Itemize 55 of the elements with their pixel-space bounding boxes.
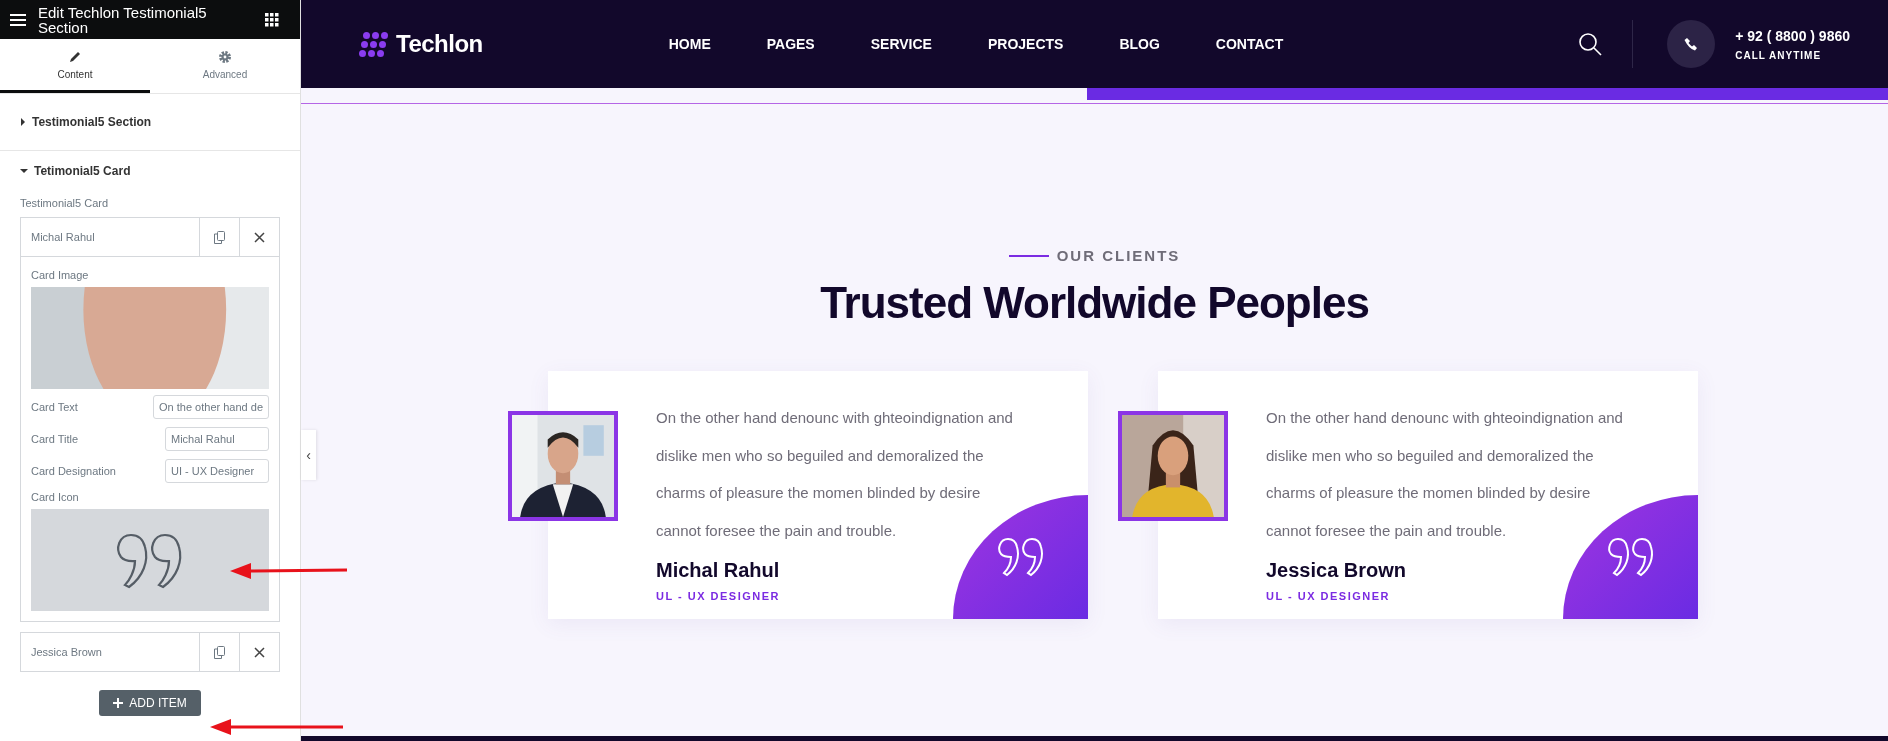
section-title: Trusted Worldwide Peoples [820,278,1369,328]
quote-icon [1605,537,1656,577]
phone-number: + 92 ( 8800 ) 9860 [1735,27,1850,44]
close-icon [254,646,265,658]
repeater-label: Testimonial5 Card [19,196,110,211]
caret-down-icon [20,168,28,174]
icon-picker[interactable] [31,509,269,611]
nav-link[interactable]: SERVICE [870,36,932,52]
copy-icon [214,645,225,659]
section-toggle[interactable]: Tetimonial5 Card [0,151,300,191]
caret-right-icon [20,118,26,126]
nav-link[interactable]: BLOG [1119,36,1160,52]
copy-icon [214,230,225,244]
section-toggle[interactable]: Testimonial5 Section [0,94,300,151]
nav-link[interactable]: PROJECTS [987,36,1064,52]
item-title[interactable]: Michal Rahul [21,218,199,256]
nav-link[interactable]: PAGES [766,36,815,52]
logo-text[interactable]: Techlon [396,30,483,58]
person-name: Jessica Brown [1266,559,1408,582]
person-role: UL - UX DESIGNER [656,590,782,602]
field-label: Card Title [31,433,79,445]
search-icon[interactable] [1578,32,1603,56]
field-label: Card Icon [31,491,80,503]
text-field[interactable]: Michal Rahul [165,427,269,451]
menu-icon[interactable] [10,12,26,27]
editor-tab[interactable]: Content [0,39,150,93]
field-label: Card Designation [31,465,116,477]
person-name: Michal Rahul [656,559,781,582]
field-label: Card Image [31,269,90,281]
text-field[interactable]: UI - UX Designer [165,459,269,483]
person-role: UL - UX DESIGNER [1266,590,1392,602]
text-field[interactable]: On the other hand de [153,395,269,419]
apps-grid-icon[interactable] [265,12,279,27]
plus-icon [113,698,124,708]
repeater-item[interactable]: Michal Rahul [21,218,279,256]
eyebrow-line [1008,254,1049,257]
quote-icon [995,537,1046,577]
editor-title: Edit Techlon Testimonial5 Section [38,4,208,35]
phone-caption: CALL ANYTIME [1735,49,1823,61]
testimonial-text: On the other hand denounc with ghteoindignation and dislike men who so beguiled and demoralized the charms of pleasure the momen blinded by desire cannot foresee the pain and trouble. [656,408,1014,541]
close-icon [254,231,265,243]
pencil-icon [68,49,82,64]
logo-icon [359,31,390,57]
nav-link[interactable]: HOME [668,36,711,52]
phone-icon [1684,37,1699,51]
section-eyebrow: OUR CLIENTS [1056,247,1181,264]
repeater-item[interactable]: Jessica Brown [21,633,279,671]
testimonial-text: On the other hand denounc with ghteoindignation and dislike men who so beguiled and demoralized the charms of pleasure the momen blinded by desire cannot foresee the pain and trouble. [1266,408,1624,541]
add-item-button[interactable]: ADD ITEM [99,690,201,716]
editor-tab[interactable]: Advanced [150,39,300,93]
field-label: Card Text [31,401,78,413]
collapse-handle[interactable]: ‹ [301,430,316,480]
nav-link[interactable]: CONTACT [1215,36,1284,52]
phone-button[interactable] [1667,20,1716,68]
settings-icon [218,49,232,64]
